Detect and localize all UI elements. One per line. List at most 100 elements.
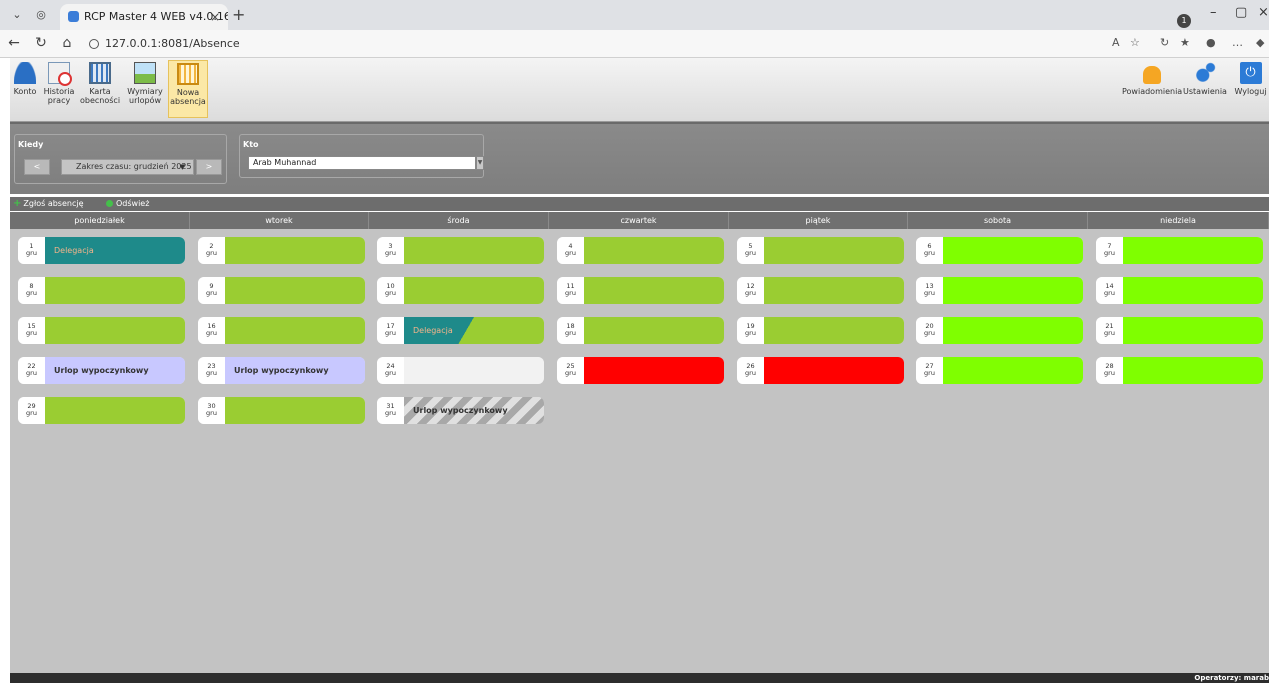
calendar-day-cell[interactable]: 22 gru Urlop wypoczynkowy (18, 357, 185, 384)
profile-icon[interactable]: ● (1206, 36, 1216, 49)
kto-label: Kto (243, 140, 259, 149)
day-status-bar (584, 277, 724, 304)
weekday-header: poniedziałek wtorek środa czwartek piątek sob… (10, 212, 1269, 229)
calendar-day-cell[interactable]: 21 gru (1096, 317, 1263, 344)
tab-list-chevron-icon[interactable]: ⌄ (8, 7, 26, 23)
back-icon[interactable]: ← (5, 35, 23, 51)
day-date: 31 gru (377, 397, 404, 424)
prev-month-button[interactable]: < (24, 159, 50, 175)
calendar-day-cell[interactable]: 6 gru (916, 237, 1083, 264)
absence-label: Urlop wypoczynkowy (54, 366, 149, 375)
calendar-day-cell[interactable]: 11 gru (557, 277, 724, 304)
calendar-day-cell[interactable]: 31 gru Urlop wypoczynkowy (377, 397, 544, 424)
day-status-bar (225, 317, 365, 344)
date-range-select[interactable]: Zakres czasu: grudzień 2025 ▼ (61, 159, 194, 175)
calendar-day-cell[interactable]: 25 gru (557, 357, 724, 384)
user-icon (14, 62, 36, 84)
info-icon (89, 39, 99, 49)
person-dropdown-icon[interactable]: ▼ (476, 156, 484, 170)
wymiary-urlopow-button[interactable]: Wymiary urlopów (124, 60, 166, 118)
calendar-day-cell[interactable]: 14 gru (1096, 277, 1263, 304)
day-date: 9 gru (198, 277, 225, 304)
calendar-day-cell[interactable]: 12 gru (737, 277, 904, 304)
day-month: gru (565, 329, 576, 337)
restore-icon[interactable]: ▢ (1235, 5, 1247, 20)
calendar-day-cell[interactable]: 7 gru (1096, 237, 1263, 264)
refresh-ext-icon[interactable]: ↻ (1160, 36, 1169, 49)
person-select[interactable]: Arab Muhannad (248, 156, 476, 170)
day-month: gru (1104, 289, 1115, 297)
ustawienia-button[interactable]: Ustawienia (1182, 60, 1228, 118)
minimize-icon[interactable]: – (1210, 5, 1217, 20)
day-month: gru (206, 409, 217, 417)
day-date: 17 gru (377, 317, 404, 344)
day-date: 28 gru (1096, 357, 1123, 384)
calendar-day-cell[interactable]: 29 gru (18, 397, 185, 424)
calendar-day-cell[interactable]: 23 gru Urlop wypoczynkowy (198, 357, 365, 384)
nowa-absencja-button[interactable]: Nowa absencja (168, 60, 208, 118)
more-icon[interactable]: … (1232, 36, 1243, 49)
report-absence-button[interactable]: + Zgłoś absencję (13, 197, 84, 211)
calendar-day-cell[interactable]: 10 gru (377, 277, 544, 304)
calendar-day-cell[interactable]: 16 gru (198, 317, 365, 344)
vacation-picture-icon (134, 62, 156, 84)
calendar-day-cell[interactable]: 19 gru (737, 317, 904, 344)
read-aloud-icon[interactable]: A (1112, 36, 1120, 49)
filter-panel: Kiedy < Zakres czasu: grudzień 2025 ▼ > … (10, 122, 1269, 194)
day-month: gru (745, 329, 756, 337)
day-status-bar (943, 357, 1083, 384)
day-status-bar (584, 357, 724, 384)
new-tab-icon[interactable]: + (232, 5, 245, 24)
reload-icon[interactable]: ↻ (32, 35, 50, 51)
calendar-day-cell[interactable]: 13 gru (916, 277, 1083, 304)
attendance-card-icon (89, 62, 111, 84)
calendar-day-cell[interactable]: 26 gru (737, 357, 904, 384)
day-date: 1 gru (18, 237, 45, 264)
calendar-day-cell[interactable]: 4 gru (557, 237, 724, 264)
day-date: 27 gru (916, 357, 943, 384)
tab-close-icon[interactable]: × (210, 4, 220, 30)
calendar-day-cell[interactable]: 3 gru (377, 237, 544, 264)
refresh-button[interactable]: Odśwież (106, 197, 149, 211)
day-status-bar (943, 317, 1083, 344)
url-field[interactable]: 127.0.0.1:8081/Absence (83, 34, 1083, 54)
copilot-icon[interactable]: ◆ (1256, 36, 1264, 49)
calendar-day-cell[interactable]: 15 gru (18, 317, 185, 344)
calendar-day-cell[interactable]: 5 gru (737, 237, 904, 264)
day-month: gru (385, 249, 396, 257)
favorites-icon[interactable]: ★ (1180, 36, 1190, 49)
calendar-day-cell[interactable]: 28 gru (1096, 357, 1263, 384)
calendar-day-cell[interactable]: 17 gru Delegacja (377, 317, 544, 344)
calendar-day-cell[interactable]: 9 gru (198, 277, 365, 304)
konto-button[interactable]: Konto (10, 60, 40, 118)
powiadomienia-button[interactable]: Powiadomienia (1122, 60, 1182, 118)
nowa-label: Nowa absencja (170, 88, 206, 106)
calendar-day-cell[interactable]: 30 gru (198, 397, 365, 424)
browser-tab[interactable]: RCP Master 4 WEB v4.0.16.5485 × (60, 4, 228, 30)
next-month-button[interactable]: > (196, 159, 222, 175)
historia-pracy-button[interactable]: Historia pracy (42, 60, 76, 118)
calendar-day-cell[interactable]: 18 gru (557, 317, 724, 344)
day-status-bar (1123, 237, 1263, 264)
calendar-day-cell[interactable]: 27 gru (916, 357, 1083, 384)
karta-obecnosci-button[interactable]: Karta obecności (80, 60, 120, 118)
calendar-day-cell[interactable]: 8 gru (18, 277, 185, 304)
calendar-day-cell[interactable]: 24 gru (377, 357, 544, 384)
globe-icon[interactable]: ◎ (32, 7, 50, 23)
wyloguj-button[interactable]: ⏻ Wyloguj (1232, 60, 1269, 118)
home-icon[interactable]: ⌂ (58, 35, 76, 51)
day-status-bar (1123, 317, 1263, 344)
favorite-star-icon[interactable]: ☆ (1130, 36, 1140, 49)
absence-label: Urlop wypoczynkowy (234, 366, 329, 375)
day-status-bar (1123, 357, 1263, 384)
day-status-bar (764, 277, 904, 304)
day-date: 3 gru (377, 237, 404, 264)
calendar-day-cell[interactable]: 20 gru (916, 317, 1083, 344)
weekday-header-cell: piątek (729, 212, 908, 229)
powiadomienia-label: Powiadomienia (1122, 87, 1183, 96)
weekday-header-cell: poniedziałek (10, 212, 190, 229)
calendar-day-cell[interactable]: 2 gru (198, 237, 365, 264)
calendar-day-cell[interactable]: 1 gru Delegacja (18, 237, 185, 264)
close-window-icon[interactable]: × (1258, 5, 1269, 20)
weekday-header-cell: środa (369, 212, 549, 229)
